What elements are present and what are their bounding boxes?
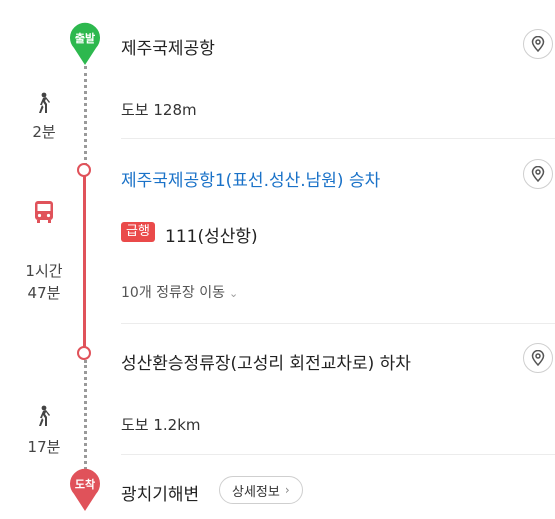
start-pin: 출발 [68, 22, 102, 66]
divider [121, 138, 555, 139]
bus-duration-minutes: 47분 [27, 284, 61, 302]
start-location-button[interactable] [523, 29, 553, 59]
stops-count-toggle[interactable]: 10개 정류장 이동 ⌄ [121, 282, 238, 302]
divider [121, 323, 555, 324]
walk-1-duration: 2분 [32, 123, 56, 141]
walking-person-icon [39, 92, 50, 113]
alight-stop-marker [77, 346, 91, 360]
alight-stop-location-button[interactable] [523, 343, 553, 373]
walk-line-2 [84, 360, 87, 470]
location-pin-icon [531, 36, 545, 52]
end-station-name[interactable]: 광치기해변 [121, 480, 199, 505]
end-pin-label: 도착 [74, 478, 96, 491]
walking-person-icon [39, 405, 50, 426]
alight-stop-name[interactable]: 성산환승정류장(고성리 회전교차로) 하차 [121, 349, 411, 374]
start-station-name[interactable]: 제주국제공항 [121, 34, 215, 59]
board-stop-location-button[interactable] [523, 159, 553, 189]
stops-count-label: 10개 정류장 이동 [121, 285, 225, 301]
board-stop-name[interactable]: 제주국제공항1(표선.성산.남원) 승차 [121, 166, 380, 191]
bus-route-number[interactable]: 111(성산항) [165, 222, 258, 247]
bus-route-line [83, 172, 86, 354]
walk-line-1 [84, 66, 87, 166]
location-pin-icon [531, 166, 545, 182]
bus-icon [35, 201, 53, 223]
walk-1-distance: 도보 128m [121, 101, 197, 119]
chevron-down-icon: ⌄ [229, 287, 239, 300]
walk-2-distance: 도보 1.2km [121, 416, 201, 434]
chevron-right-icon: › [284, 483, 290, 497]
end-pin: 도착 [68, 468, 102, 512]
detail-info-button[interactable]: 상세정보 › [219, 476, 303, 504]
location-pin-icon [531, 350, 545, 366]
detail-info-label: 상세정보 [232, 484, 280, 500]
express-badge: 급행 [121, 222, 155, 242]
start-pin-label: 출발 [74, 32, 96, 45]
divider [121, 454, 555, 455]
board-stop-marker [77, 163, 91, 177]
bus-duration-hours: 1시간 [25, 262, 63, 280]
walk-2-duration: 17분 [27, 438, 61, 456]
